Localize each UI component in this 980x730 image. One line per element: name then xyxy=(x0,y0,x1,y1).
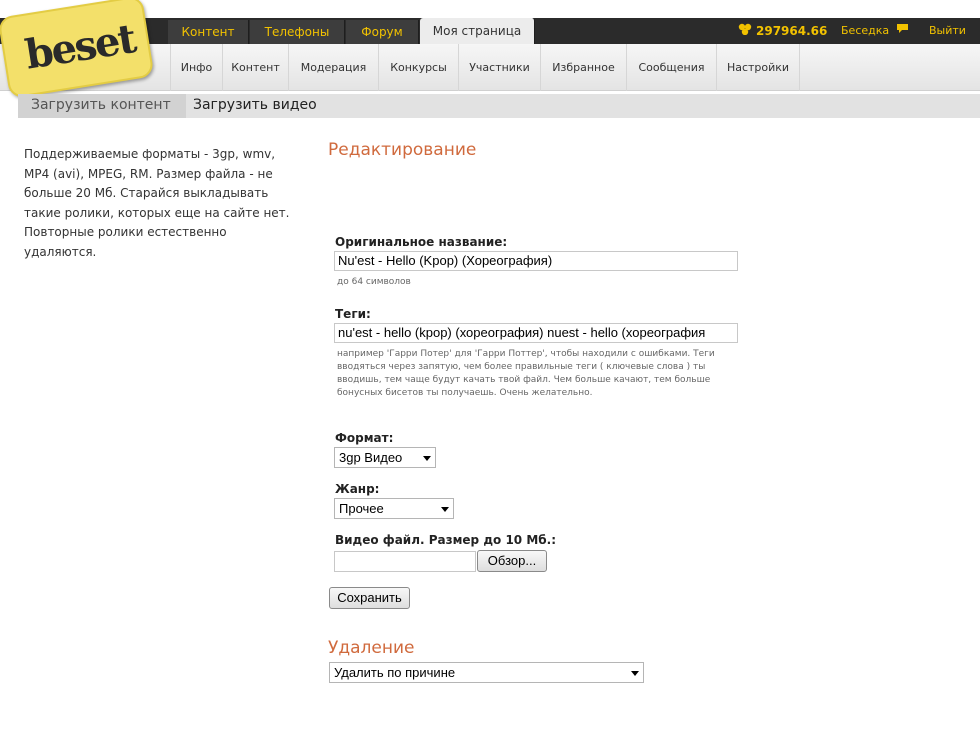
subnav-messages[interactable]: Сообщения xyxy=(626,44,716,91)
breadcrumb-upload-content[interactable]: Загрузить контент xyxy=(18,94,186,118)
chat-label: Беседка xyxy=(841,24,890,37)
logo-text: beset xyxy=(22,15,138,79)
genre-label: Жанр: xyxy=(335,482,380,496)
file-path-input[interactable] xyxy=(334,551,476,572)
tags-label: Теги: xyxy=(335,307,371,321)
subnav-settings[interactable]: Настройки xyxy=(716,44,800,91)
genre-value: Прочее xyxy=(339,501,384,516)
subnav-info[interactable]: Инфо xyxy=(170,44,222,91)
format-select[interactable]: 3gp Видео xyxy=(334,447,436,468)
chevron-down-icon xyxy=(441,507,449,512)
speech-bubble-icon xyxy=(896,24,909,37)
title-label: Оригинальное название: xyxy=(335,235,508,249)
logout-link[interactable]: Выйти xyxy=(929,21,980,53)
balance: 297964.66 xyxy=(738,21,827,41)
title-input[interactable]: Nu'est - Hello (Kpop) (Хореография) xyxy=(334,251,738,271)
subnav-moderation[interactable]: Модерация xyxy=(288,44,378,91)
supported-formats-info: Поддерживаемые форматы - 3gp, wmv, MP4 (… xyxy=(24,147,290,259)
breadcrumb-separator xyxy=(175,94,185,118)
breadcrumb-current: Загрузить видео xyxy=(193,97,317,113)
browse-button[interactable]: Обзор... xyxy=(477,550,547,572)
subnav-contests[interactable]: Конкурсы xyxy=(378,44,458,91)
coins-icon xyxy=(738,21,752,41)
tab-forum[interactable]: Форум xyxy=(346,20,419,44)
delete-reason-select[interactable]: Удалить по причине xyxy=(329,662,644,683)
format-label: Формат: xyxy=(335,431,394,445)
genre-select[interactable]: Прочее xyxy=(334,498,454,519)
tab-phones[interactable]: Телефоны xyxy=(250,20,345,44)
subnav-favorites[interactable]: Избранное xyxy=(540,44,626,91)
top-bar-edge xyxy=(0,0,980,18)
delete-section-title: Удаление xyxy=(328,638,415,658)
file-label: Видео файл. Размер до 10 Мб.: xyxy=(335,533,556,547)
chevron-down-icon xyxy=(423,456,431,461)
tab-content[interactable]: Контент xyxy=(168,20,249,44)
tags-input[interactable]: nu'est - hello (kpop) (хореография) nues… xyxy=(334,323,738,343)
title-hint: до 64 символов xyxy=(337,277,411,287)
format-value: 3gp Видео xyxy=(339,450,403,465)
chevron-down-icon xyxy=(631,671,639,676)
chat-link[interactable]: Беседка xyxy=(841,21,909,41)
tags-hint: например 'Гарри Потер' для 'Гарри Поттер… xyxy=(337,349,715,398)
subnav-content[interactable]: Контент xyxy=(222,44,288,91)
tab-my-page[interactable]: Моя страница xyxy=(420,18,535,44)
edit-section-title: Редактирование xyxy=(328,140,477,160)
save-button[interactable]: Сохранить xyxy=(329,587,410,609)
subnav-members[interactable]: Участники xyxy=(458,44,540,91)
balance-value: 297964.66 xyxy=(756,24,828,38)
delete-reason-value: Удалить по причине xyxy=(334,665,456,680)
logout-label: Выйти xyxy=(929,24,966,37)
